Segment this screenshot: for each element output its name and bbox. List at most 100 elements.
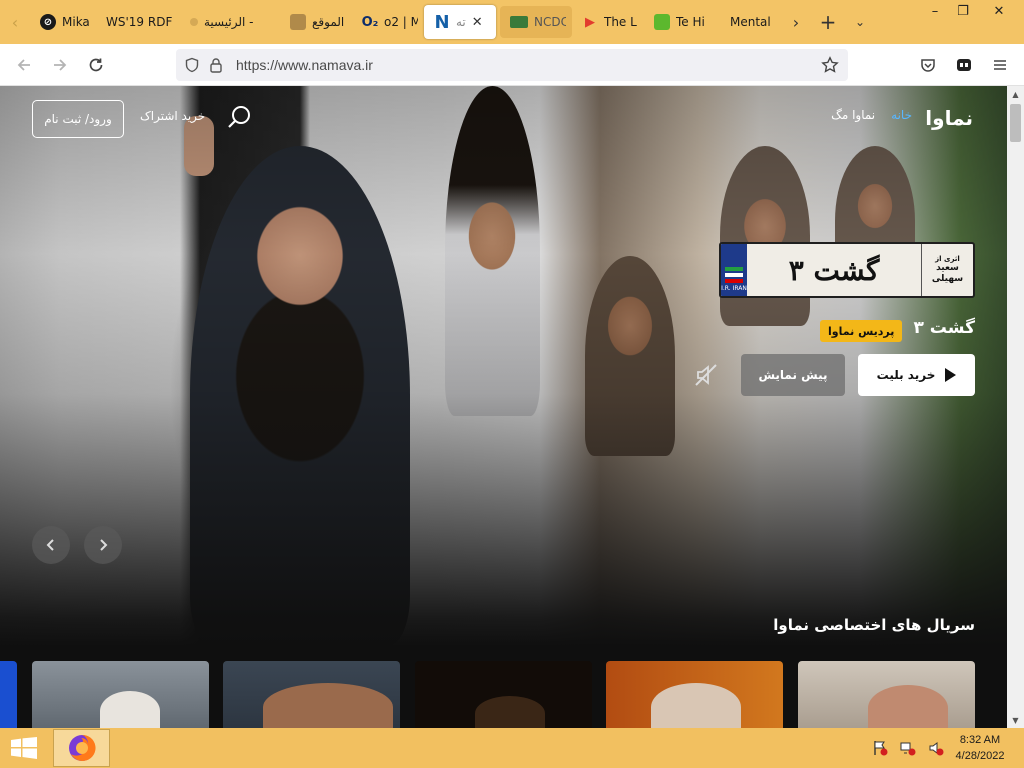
tab-title: Mental xyxy=(730,15,771,29)
dark-circle-icon: ⊘ xyxy=(40,14,56,30)
lock-icon[interactable] xyxy=(204,53,228,77)
green-leaf-icon xyxy=(654,14,670,30)
tab-ncdc[interactable]: NCDC xyxy=(500,6,572,38)
taskbar-clock[interactable]: 8:32 AM 4/28/2022 xyxy=(950,732,1010,764)
nav-namava-mag[interactable]: نماوا مگ xyxy=(831,108,875,122)
list-all-tabs-icon[interactable]: ⌄ xyxy=(844,6,876,38)
seal-icon xyxy=(290,14,306,30)
tab-ws19[interactable]: WS'19 RDF xyxy=(96,4,180,40)
hamburger-menu-icon xyxy=(994,59,1006,70)
tab-title: Te Hi xyxy=(676,15,705,29)
extension-button[interactable] xyxy=(946,50,982,80)
close-tab-icon[interactable]: ✕ xyxy=(472,15,483,30)
director-last-name: سهیلی xyxy=(931,274,964,285)
series-card[interactable] xyxy=(223,661,400,728)
tab-mental[interactable]: Mental xyxy=(720,4,780,40)
buy-ticket-label: خرید بلیت xyxy=(876,368,936,382)
new-tab-icon[interactable]: + xyxy=(812,6,844,38)
gray-dot-icon xyxy=(190,18,198,26)
movie-logo-title: گشت ۳ xyxy=(788,253,881,287)
chevron-right-icon xyxy=(100,539,108,551)
navigation-toolbar: https://www.namava.ir xyxy=(0,44,1024,86)
tab-title: WS'19 RDF xyxy=(106,15,173,29)
tab-scroll-right-icon[interactable]: › xyxy=(780,6,812,38)
scroll-down-icon[interactable]: ▼ xyxy=(1007,712,1024,728)
series-card[interactable] xyxy=(606,661,783,728)
namava-n-icon: N xyxy=(434,11,450,33)
tab-namava[interactable]: N ته ✕ xyxy=(424,5,496,39)
arrow-right-icon xyxy=(54,58,67,71)
preview-button[interactable]: پیش نمایش xyxy=(741,354,845,396)
arrow-left-icon xyxy=(17,58,30,71)
o2-icon: O₂ xyxy=(361,14,379,30)
series-card[interactable] xyxy=(0,661,17,728)
hero-shade xyxy=(0,86,1007,646)
scroll-up-icon[interactable]: ▲ xyxy=(1007,86,1024,102)
series-carousel xyxy=(0,661,1007,728)
hero-banner xyxy=(0,86,1007,646)
tab-title: Mikas xyxy=(62,15,90,29)
pardis-badge: پردیس نماوا xyxy=(820,320,903,342)
chevron-left-icon xyxy=(46,539,54,551)
start-button[interactable] xyxy=(0,728,48,768)
action-center-flag-icon[interactable] xyxy=(872,740,888,756)
reload-button[interactable] xyxy=(78,50,114,80)
buy-subscription-link[interactable]: خرید اشتراک xyxy=(140,109,205,123)
tab-o2[interactable]: O₂ o2 | M xyxy=(352,4,424,40)
card-image xyxy=(100,691,160,728)
tab-title: o2 | M xyxy=(384,15,418,29)
tab-arabic-home[interactable]: الرئيسية - xyxy=(180,4,280,40)
movie-logo-director: اثری از سعید سهیلی xyxy=(921,244,973,296)
search-icon[interactable] xyxy=(226,104,252,130)
namava-logo[interactable]: نماوا xyxy=(925,106,973,130)
buy-ticket-button[interactable]: خرید بلیت xyxy=(858,354,975,396)
tab-title: NCDC xyxy=(534,15,566,29)
pocket-button[interactable] xyxy=(910,50,946,80)
carousel-prev-button[interactable] xyxy=(32,526,70,564)
system-tray xyxy=(872,740,944,756)
tab-mikas[interactable]: ⊘ Mikas xyxy=(30,4,96,40)
firefox-icon xyxy=(68,734,96,761)
menu-button[interactable] xyxy=(982,50,1018,80)
page-viewport: نماوا خانه نماوا مگ خرید اشتراک ورود/ ثب… xyxy=(0,86,1007,728)
url-bar[interactable]: https://www.namava.ir xyxy=(176,49,848,81)
series-card[interactable] xyxy=(415,661,592,728)
series-card[interactable] xyxy=(32,661,209,728)
card-image xyxy=(651,683,741,728)
minimize-button[interactable]: – xyxy=(920,0,950,22)
shield-icon[interactable] xyxy=(180,53,204,77)
tab-the-l[interactable]: ▶ The L xyxy=(572,4,644,40)
tab-bar: ‹ ⊘ Mikas WS'19 RDF الرئيسية - الموقع O₂… xyxy=(0,0,1024,44)
bookmark-star-icon[interactable] xyxy=(818,53,842,77)
play-red-icon: ▶ xyxy=(585,14,595,30)
url-text[interactable]: https://www.namava.ir xyxy=(236,57,373,73)
section-title: سریال های اختصاصی نماوا xyxy=(773,616,975,634)
nav-home[interactable]: خانه xyxy=(891,108,912,122)
firefox-taskbar-button[interactable] xyxy=(53,729,110,767)
site-nav: خانه نماوا مگ xyxy=(831,108,912,122)
scrollbar-thumb[interactable] xyxy=(1010,104,1021,142)
network-icon[interactable] xyxy=(900,740,916,756)
forward-button[interactable] xyxy=(42,50,78,80)
series-card[interactable] xyxy=(798,661,975,728)
restore-button[interactable]: ❐ xyxy=(948,0,978,22)
movie-title: گشت ۳ xyxy=(913,318,976,338)
vertical-scrollbar[interactable]: ▲ ▼ xyxy=(1007,86,1024,728)
tab-te-hi[interactable]: Te Hi xyxy=(644,4,720,40)
volume-muted-icon[interactable] xyxy=(928,740,944,756)
pocket-icon xyxy=(921,58,935,72)
card-image xyxy=(475,696,545,728)
mute-icon[interactable] xyxy=(693,362,719,388)
tab-mawqi[interactable]: الموقع xyxy=(280,4,352,40)
play-icon xyxy=(945,368,957,382)
windows-taskbar: 8:32 AM 4/28/2022 xyxy=(0,728,1024,768)
close-window-button[interactable]: ✕ xyxy=(984,0,1014,22)
reload-icon xyxy=(89,58,103,71)
tab-scroll-left-icon: ‹ xyxy=(11,12,19,32)
back-button[interactable] xyxy=(6,50,42,80)
login-signup-button[interactable]: ورود/ ثبت نام xyxy=(32,100,124,138)
extension-icon xyxy=(957,58,971,71)
carousel-next-button[interactable] xyxy=(84,526,122,564)
tab-title: الموقع xyxy=(312,15,345,29)
card-image xyxy=(868,685,948,728)
